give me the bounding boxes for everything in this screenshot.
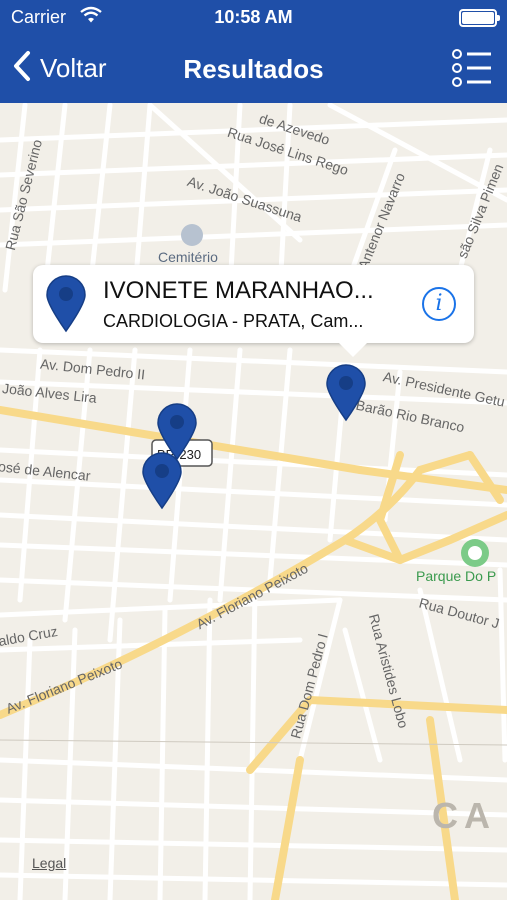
status-time: 10:58 AM — [214, 7, 293, 27]
location-pin-icon — [326, 364, 366, 422]
legal-link[interactable]: Legal — [32, 855, 66, 871]
map-callout[interactable]: IVONETE MARANHAO... CARDIOLOGIA - PRATA,… — [33, 265, 474, 357]
callout-subtitle: CARDIOLOGIA - PRATA, Cam... — [103, 311, 364, 331]
location-pin-icon — [142, 452, 182, 510]
callout-title: IVONETE MARANHAO... — [103, 277, 374, 304]
location-pin-icon — [45, 275, 87, 338]
city-label: CA — [432, 795, 496, 836]
park-label: Parque Do P — [416, 568, 497, 584]
map-view[interactable]: Rua São Severino de Azevedo Rua José Lin… — [0, 103, 507, 900]
list-view-button[interactable] — [451, 46, 493, 95]
status-bar: Carrier 10:58 AM — [0, 0, 507, 36]
app-header: Carrier 10:58 AM Voltar Resultados — [0, 0, 507, 103]
map-pin[interactable] — [325, 364, 367, 427]
map-streets — [0, 103, 507, 900]
navigation-bar: Voltar Resultados — [0, 36, 507, 103]
list-icon — [452, 49, 491, 87]
page-title: Resultados — [183, 54, 324, 84]
info-icon[interactable]: i — [422, 287, 456, 321]
map-pin[interactable] — [141, 452, 183, 515]
landmark-label: Cemitério — [158, 249, 218, 265]
battery-icon — [459, 9, 500, 27]
